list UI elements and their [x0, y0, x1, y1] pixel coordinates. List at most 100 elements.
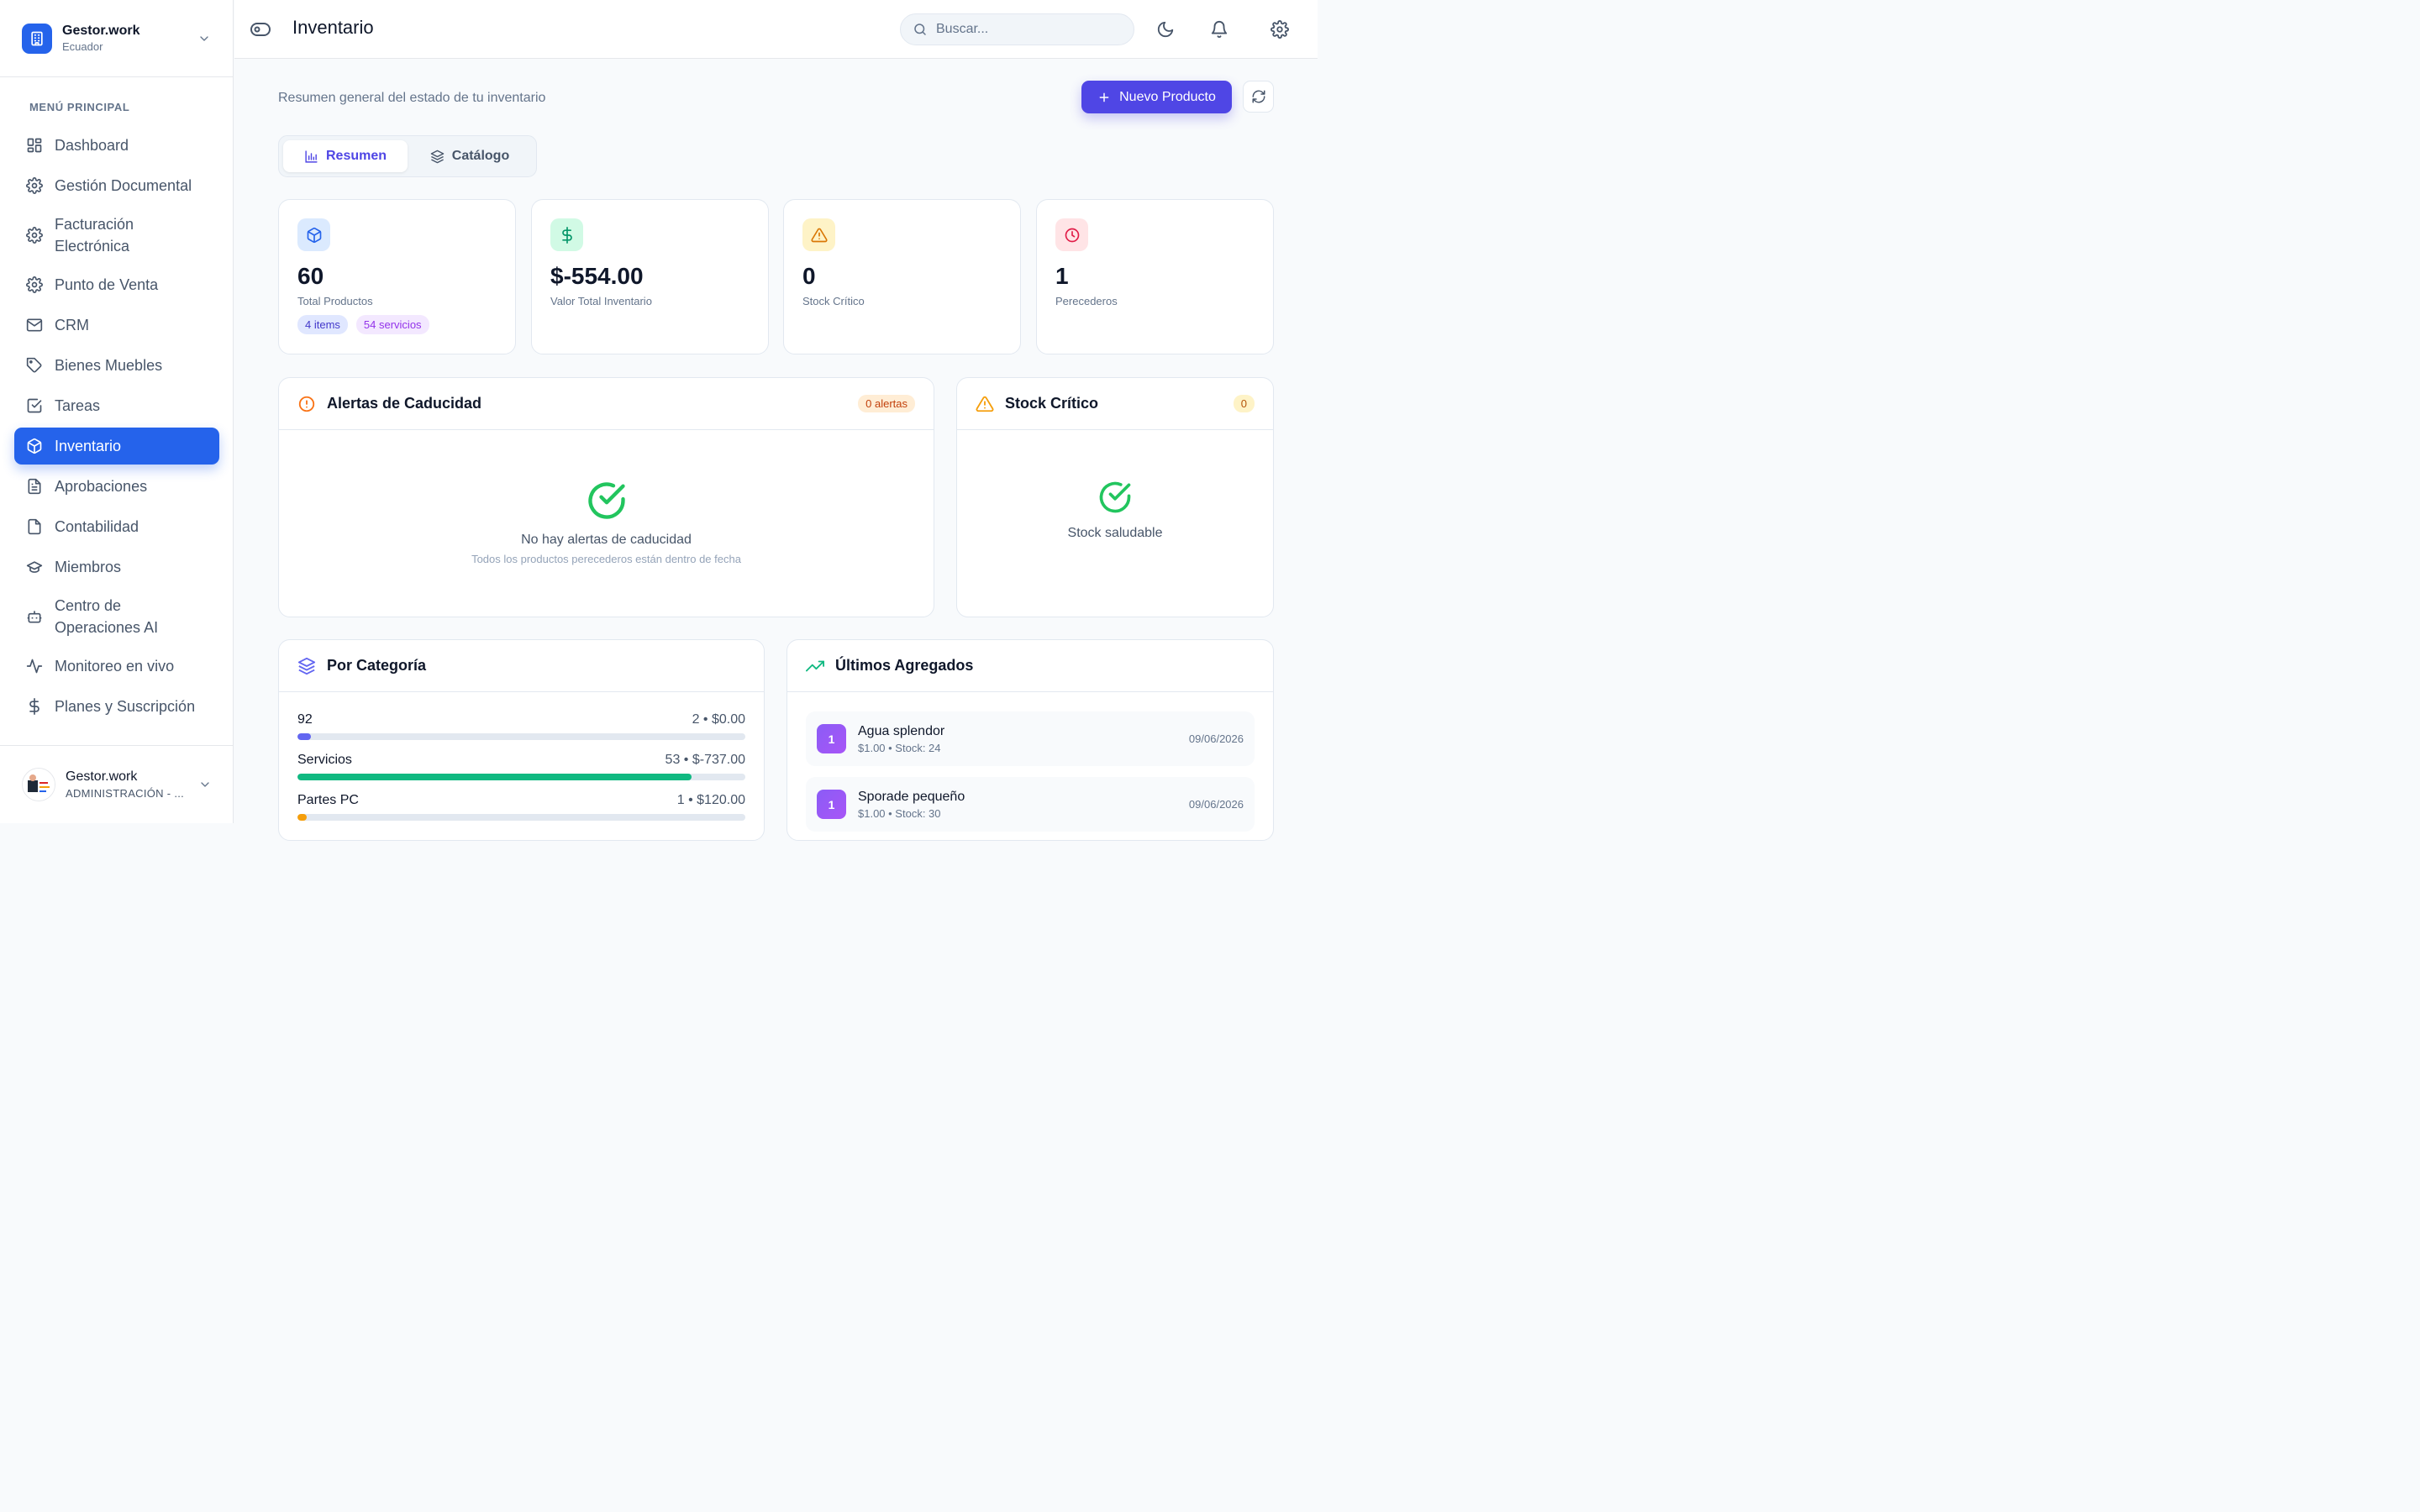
- check-circle-icon: [587, 482, 625, 519]
- user-menu[interactable]: Gestor.work ADMINISTRACIÓN - ...: [0, 745, 234, 823]
- settings-icon[interactable]: [1270, 20, 1289, 39]
- check-circle-icon: [1099, 481, 1131, 513]
- clock-icon: [1055, 218, 1088, 251]
- product-badge: 1: [817, 724, 846, 753]
- gear-icon: [26, 227, 43, 244]
- file-text-icon: [28, 478, 41, 495]
- card-title: Alertas de Caducidad: [327, 395, 482, 412]
- sidebar-item-centro-operaciones-ai[interactable]: Centro de Operaciones AI: [14, 589, 219, 644]
- category-meta: 53 • $-737.00: [665, 753, 745, 767]
- stat-card-total-products: 60 Total Productos 4 items 54 servicios: [278, 199, 516, 354]
- sidebar-item-contabilidad[interactable]: Contabilidad: [14, 508, 219, 545]
- sidebar-item-bienes-muebles[interactable]: Bienes Muebles: [14, 347, 219, 384]
- chevron-down-icon: [201, 782, 209, 787]
- bell-icon[interactable]: [1210, 20, 1228, 39]
- list-item[interactable]: 1 Sporade pequeño $1.00 • Stock: 30 09/0…: [806, 777, 1255, 832]
- user-name: Gestor.work: [66, 769, 138, 784]
- dollar-icon: [550, 218, 583, 251]
- card-title: Por Categoría: [327, 657, 427, 674]
- sidebar-item-label: Planes y Suscripción: [55, 698, 196, 715]
- sidebar-item-tareas[interactable]: Tareas: [14, 387, 219, 424]
- sidebar-item-dashboard[interactable]: Dashboard: [14, 127, 219, 164]
- warning-icon: [976, 396, 994, 412]
- box-icon: [27, 438, 42, 454]
- recent-products-card: Últimos Agregados 1 Agua splendor $1.00 …: [786, 639, 1274, 841]
- empty-state: No hay alertas de caducidad Todos los pr…: [279, 479, 934, 565]
- sidebar-item-label: Centro de Operaciones AI: [55, 597, 159, 636]
- category-row: 92 2 • $0.00: [297, 712, 745, 740]
- category-name: Servicios: [297, 753, 352, 767]
- menu-section-title: MENÚ PRINCIPAL: [29, 101, 130, 113]
- stat-value: 60: [297, 263, 324, 289]
- sidebar-item-monitoreo[interactable]: Monitoreo en vivo: [14, 648, 219, 685]
- layers-icon: [297, 657, 316, 675]
- category-card: Por Categoría 92 2 • $0.00 Servicios 53 • …: [278, 639, 765, 841]
- sidebar-item-label: Monitoreo en vivo: [55, 658, 175, 675]
- bot-icon: [27, 611, 42, 623]
- tab-catalogo[interactable]: Catálogo: [408, 140, 532, 172]
- product-badge: 1: [817, 790, 846, 819]
- stock-count-badge: 0: [1233, 395, 1255, 412]
- building-icon: [22, 23, 52, 54]
- category-row: Partes PC 1 • $120.00: [297, 793, 745, 821]
- sidebar-item-crm[interactable]: CRM: [14, 307, 219, 344]
- avatar: [22, 768, 55, 801]
- new-product-button[interactable]: Nuevo Producto: [1081, 81, 1232, 113]
- grid-icon: [27, 138, 42, 153]
- chevron-down-icon: [200, 35, 208, 41]
- stat-card-inventory-value: $-554.00 Valor Total Inventario: [531, 199, 769, 354]
- sidebar-item-gestion-documental[interactable]: Gestión Documental: [14, 167, 219, 204]
- category-bar-track: [297, 774, 745, 780]
- sidebar-item-miembros[interactable]: Miembros: [14, 549, 219, 585]
- sidebar-item-inventario[interactable]: Inventario: [14, 428, 219, 465]
- items-pill: 4 items: [297, 315, 348, 334]
- sidebar-item-facturacion[interactable]: Facturación Electrónica: [14, 207, 219, 263]
- empty-subtitle: Todos los productos perecederos están de…: [471, 553, 741, 565]
- tab-resumen[interactable]: Resumen: [283, 140, 408, 172]
- category-meta: 2 • $0.00: [692, 712, 745, 727]
- services-pill: 54 servicios: [355, 315, 429, 334]
- stat-label: Perecederos: [1055, 295, 1118, 307]
- moon-icon[interactable]: [1156, 20, 1175, 39]
- stat-value: 0: [802, 263, 816, 289]
- new-product-label: Nuevo Producto: [1119, 89, 1216, 104]
- sidebar-item-label: Contabilidad: [55, 518, 139, 535]
- sidebar-item-label: Punto de Venta: [55, 276, 159, 293]
- sidebar-item-aprobaciones[interactable]: Aprobaciones: [14, 468, 219, 505]
- sidebar-item-punto-de-venta[interactable]: Punto de Venta: [14, 266, 219, 303]
- tab-label: Catálogo: [451, 149, 510, 163]
- category-name: Partes PC: [297, 793, 359, 807]
- stat-label: Stock Crítico: [802, 295, 865, 307]
- product-date: 09/06/2026: [1188, 798, 1244, 811]
- stat-card-perishables: 1 Perecederos: [1036, 199, 1274, 354]
- sidebar-item-label: Aprobaciones: [55, 478, 148, 495]
- sidebar-item-label: Facturación Electrónica: [55, 216, 134, 255]
- gear-icon: [26, 177, 43, 194]
- layers-icon: [430, 150, 445, 163]
- warning-icon: [802, 218, 835, 251]
- search-box[interactable]: [900, 13, 1134, 45]
- checkbox-icon: [27, 398, 42, 413]
- category-bar-track: [297, 733, 745, 740]
- search-input[interactable]: [936, 22, 1121, 37]
- category-bar-fill: [297, 814, 307, 821]
- category-bar-fill: [297, 774, 692, 780]
- sidebar-item-label: Inventario: [55, 438, 122, 454]
- tag-icon: [26, 357, 42, 373]
- refresh-button[interactable]: [1243, 81, 1274, 113]
- sidebar: Gestor.work Ecuador MENÚ PRINCIPAL Dashb…: [0, 0, 234, 823]
- sidebar-toggle-icon[interactable]: [250, 19, 271, 39]
- tab-label: Resumen: [325, 149, 387, 163]
- workspace-switcher[interactable]: Gestor.work Ecuador: [0, 0, 233, 77]
- alerts-count-badge: 0 alertas: [858, 395, 915, 412]
- stat-card-critical-stock: 0 Stock Crítico: [783, 199, 1021, 354]
- sidebar-item-planes[interactable]: Planes y Suscripción: [14, 688, 219, 725]
- plus-icon: [1099, 92, 1109, 102]
- empty-title: Stock saludable: [1067, 526, 1163, 540]
- main-nav: Dashboard Gestión Documental Facturación…: [14, 127, 219, 728]
- critical-stock-card: Stock Crítico 0 Stock saludable: [956, 377, 1274, 617]
- dollar-icon: [29, 698, 39, 715]
- stat-value: 1: [1055, 263, 1069, 289]
- alert-circle-icon: [298, 396, 315, 412]
- list-item[interactable]: 1 Agua splendor $1.00 • Stock: 24 09/06/…: [806, 711, 1255, 766]
